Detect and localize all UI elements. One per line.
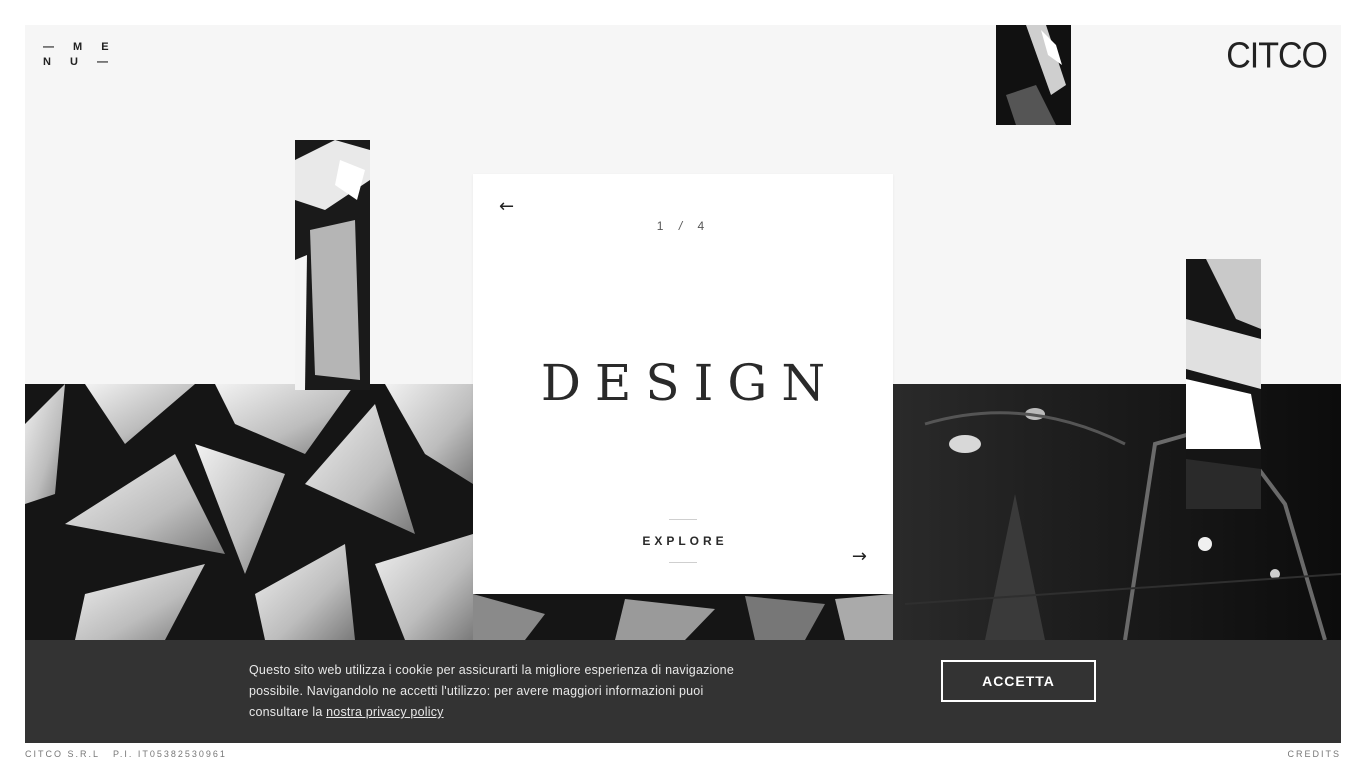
slide-total: 4 — [697, 219, 710, 233]
slide-separator: / — [678, 219, 688, 233]
explore-top-line — [669, 519, 697, 520]
slide-current: 1 — [656, 219, 669, 233]
slide-counter: 1 / 4 — [473, 219, 893, 233]
footer-company: CITCO S.R.L — [25, 749, 101, 759]
strip-photo-top — [996, 25, 1071, 125]
footer-credits-link[interactable]: CREDITS — [1287, 749, 1341, 759]
slide-title: DESIGN — [540, 354, 840, 412]
page-frame: — M E N U — CITCO ← 1 / 4 DESIGN EXPLORE… — [25, 25, 1341, 743]
menu-label-line2: N U — — [43, 56, 116, 68]
strip-photo-left — [295, 140, 370, 390]
strip-photo-right — [1186, 259, 1261, 509]
image-strip-top — [996, 25, 1071, 125]
explore-button[interactable]: EXPLORE — [642, 534, 727, 548]
menu-button[interactable]: — M E N U — — [43, 40, 117, 72]
cookie-text: Questo sito web utilizza i cookie per as… — [249, 663, 734, 719]
cookie-message: Questo sito web utilizza i cookie per as… — [249, 660, 759, 723]
privacy-policy-link[interactable]: nostra privacy policy — [326, 705, 443, 719]
slide-card: ← 1 / 4 DESIGN EXPLORE → — [473, 174, 893, 594]
image-strip-right — [1186, 259, 1261, 509]
citco-logo[interactable]: CITCO — [1226, 36, 1328, 77]
footer-vat-number: P.I. IT05382530961 — [113, 749, 227, 759]
image-strip-left — [295, 140, 370, 390]
accept-cookies-button[interactable]: ACCETTA — [941, 660, 1096, 702]
menu-label-line1: — M E — [43, 41, 117, 53]
footer: CITCO S.R.L P.I. IT05382530961 CREDITS — [25, 749, 1341, 763]
cookie-banner: Questo sito web utilizza i cookie per as… — [25, 640, 1341, 743]
arrow-right-icon[interactable]: → — [852, 548, 867, 566]
explore-cta: EXPLORE — [473, 519, 893, 563]
arrow-left-icon[interactable]: ← — [499, 198, 514, 216]
explore-bottom-line — [669, 562, 697, 563]
